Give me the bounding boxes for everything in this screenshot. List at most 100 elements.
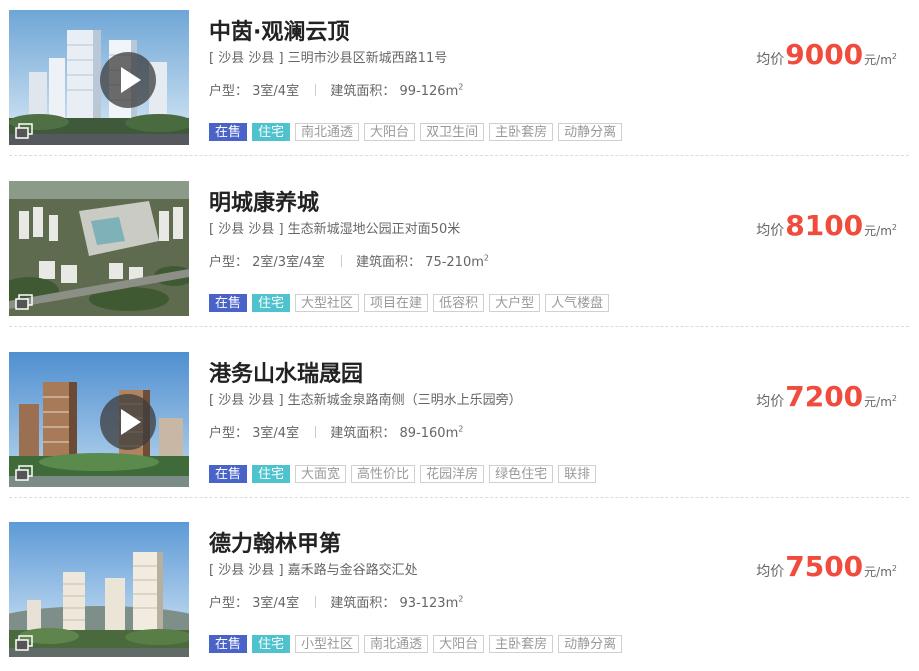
feature-tag: 大户型 [489,294,541,312]
listing-item: 港务山水瑞晟园 [ 沙县 沙县 ] 生态新城金泉路南侧（三明水上乐园旁） 户型：… [9,352,909,498]
feature-tag: 主卧套房 [489,635,554,653]
area-label: 建筑面积： [330,426,396,441]
area-value: 99-126m [399,84,459,99]
listing-photo[interactable] [9,522,189,657]
price-unit-sup: 2 [891,52,897,61]
album-icon [15,123,33,139]
area-label: 建筑面积： [356,255,422,270]
album-icon [15,465,33,481]
area-sup: 2 [483,253,489,263]
play-video-icon[interactable] [100,52,156,108]
price-unit-text: 元/m [864,395,892,409]
layout-label: 户型： [209,84,249,99]
feature-tag: 人气楼盘 [545,294,610,312]
feature-tag: 大阳台 [364,123,416,141]
layout-value: 3室/4室 [252,84,300,99]
price-label: 均价 [756,394,785,410]
price-unit-sup: 2 [891,223,897,232]
price-unit-sup: 2 [891,564,897,573]
tag-list: 在售 住宅 南北通透 大阳台 双卫生间 主卧套房 动静分离 [209,123,627,141]
feature-tag: 大型社区 [295,294,360,312]
building-rendering [9,352,189,487]
divider [315,426,317,438]
price-unit: 元/m2 [864,564,897,579]
area-label: 建筑面积： [330,596,396,611]
feature-tag: 项目在建 [364,294,429,312]
divider [9,326,909,327]
divider [340,255,342,267]
price-unit-sup: 2 [891,394,897,403]
listing-title[interactable]: 明城康养城 [209,185,319,217]
tag-list: 在售 住宅 小型社区 南北通透 大阳台 主卧套房 动静分离 [209,635,627,653]
price-label: 均价 [756,52,785,68]
listing-item: 中茵·观澜云顶 [ 沙县 沙县 ] 三明市沙县区新城西路11号 户型： 3室/4… [9,10,909,156]
feature-tag: 动静分离 [558,123,623,141]
listing-address: [ 沙县 沙县 ] 嘉禾路与金谷路交汇处 [209,563,418,578]
feature-tag: 绿色住宅 [489,465,554,483]
price-label: 均价 [756,564,785,580]
price-label: 均价 [756,223,785,239]
area-sup: 2 [458,424,464,434]
type-badge: 住宅 [252,465,291,483]
status-badge: 在售 [209,635,248,653]
type-badge: 住宅 [252,635,291,653]
layout-value: 3室/4室 [252,426,300,441]
area-value: 75-210m [425,255,484,270]
status-badge: 在售 [209,294,248,312]
listing-title[interactable]: 德力翰林甲第 [209,526,341,558]
listing-specs: 户型： 2室/3室/4室 建筑面积： 75-210m2 [209,251,489,270]
listing-title[interactable]: 港务山水瑞晟园 [209,356,363,388]
area-sup: 2 [458,82,464,92]
type-badge: 住宅 [252,294,291,312]
price-unit-text: 元/m [864,565,892,579]
divider [9,155,909,156]
status-badge: 在售 [209,123,248,141]
feature-tag: 高性价比 [351,465,416,483]
listing-specs: 户型： 3室/4室 建筑面积： 99-126m2 [209,80,463,99]
listing-address: [ 沙县 沙县 ] 生态新城湿地公园正对面50米 [209,222,461,237]
listing-photo[interactable] [9,352,189,487]
listing-photo[interactable] [9,181,189,316]
type-badge: 住宅 [252,123,291,141]
play-video-icon[interactable] [100,394,156,450]
feature-tag: 南北通透 [295,123,360,141]
area-value: 89-160m [399,426,459,441]
listing-specs: 户型： 3室/4室 建筑面积： 89-160m2 [209,422,463,441]
listing-specs: 户型： 3室/4室 建筑面积： 93-123m2 [209,592,463,611]
listing-item: 德力翰林甲第 [ 沙县 沙县 ] 嘉禾路与金谷路交汇处 户型： 3室/4室 建筑… [9,522,909,668]
price-unit: 元/m2 [864,223,897,238]
area-label: 建筑面积： [330,84,396,99]
divider [315,84,317,96]
price-unit-text: 元/m [864,224,892,238]
layout-label: 户型： [209,255,249,270]
feature-tag: 花园洋房 [420,465,485,483]
layout-label: 户型： [209,596,249,611]
price-block: 均价7500元/m2 [756,550,897,583]
feature-tag: 动静分离 [558,635,623,653]
tag-list: 在售 住宅 大面宽 高性价比 花园洋房 绿色住宅 联排 [209,465,601,483]
price-unit-text: 元/m [864,53,892,67]
album-icon [15,635,33,651]
listing-title[interactable]: 中茵·观澜云顶 [209,14,349,46]
status-badge: 在售 [209,465,248,483]
feature-tag: 双卫生间 [420,123,485,141]
feature-tag: 主卧套房 [489,123,554,141]
price-block: 均价8100元/m2 [756,209,897,242]
feature-tag: 联排 [558,465,597,483]
feature-tag: 南北通透 [364,635,429,653]
price-unit: 元/m2 [864,52,897,67]
album-icon [15,294,33,310]
building-rendering [9,10,189,145]
price-block: 均价9000元/m2 [756,38,897,71]
building-rendering [9,522,189,657]
area-sup: 2 [458,594,464,604]
layout-label: 户型： [209,426,249,441]
feature-tag: 小型社区 [295,635,360,653]
area-value: 93-123m [399,596,459,611]
listing-item: 明城康养城 [ 沙县 沙县 ] 生态新城湿地公园正对面50米 户型： 2室/3室… [9,181,909,327]
price-value: 8100 [785,209,864,242]
divider [315,596,317,608]
listing-photo[interactable] [9,10,189,145]
price-value: 7500 [785,550,864,583]
listing-address: [ 沙县 沙县 ] 三明市沙县区新城西路11号 [209,51,448,66]
